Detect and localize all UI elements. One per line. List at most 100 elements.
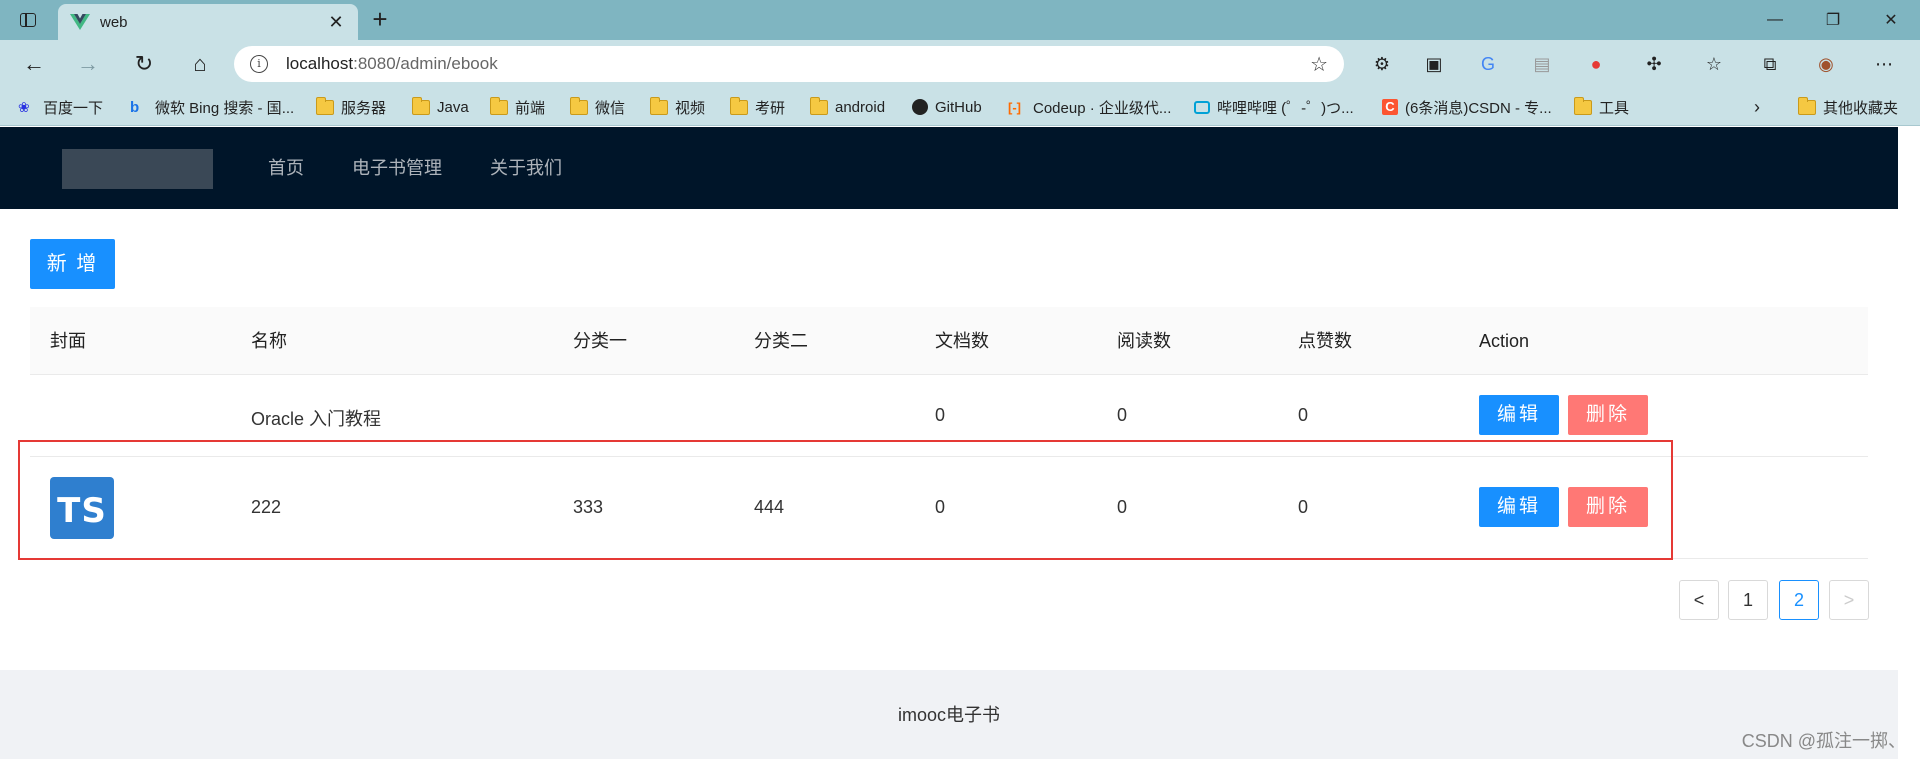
app-header: 首页 电子书管理 关于我们: [0, 127, 1898, 209]
bookmark-label: 考研: [755, 99, 786, 117]
cell-likes: 0: [1298, 405, 1309, 425]
column-header-likes: 点赞数: [1298, 331, 1352, 351]
csdn-watermark: CSDN @孤注一掷、: [1741, 731, 1906, 751]
bookmarks-overflow-chevron-icon[interactable]: ›: [1754, 96, 1760, 118]
nav-home[interactable]: 首页: [268, 127, 304, 209]
codeup-icon: [-]: [1008, 99, 1021, 115]
ebook-table: 封面 名称 分类一 分类二 文档数 阅读数 点赞数 Action Oracle …: [30, 307, 1868, 559]
collections-icon[interactable]: ⧉: [1756, 50, 1784, 78]
address-bar[interactable]: i localhost :8080/admin/ebook ☆: [234, 46, 1344, 82]
add-button[interactable]: 新 增: [30, 239, 115, 289]
more-menu-icon[interactable]: ⋯: [1870, 50, 1898, 78]
tab-close-icon[interactable]: ✕: [326, 12, 346, 33]
table-row: TS 222 333 444 0 0 0 编辑 删除: [30, 457, 1868, 559]
bookmark-folder-java[interactable]: Java: [412, 96, 469, 118]
bookmark-folder-server[interactable]: 服务器: [316, 96, 386, 118]
bing-icon: b: [130, 98, 140, 116]
extension-proxy-icon[interactable]: ⚙: [1368, 50, 1396, 78]
bookmark-folder-exam[interactable]: 考研: [730, 96, 785, 118]
cell-category1: 333: [573, 497, 604, 517]
bookmark-folder-frontend[interactable]: 前端: [490, 96, 545, 118]
edit-button[interactable]: 编辑: [1479, 487, 1559, 527]
pagination-page-2[interactable]: 2: [1779, 580, 1819, 620]
bookmark-label: android: [835, 98, 886, 116]
bookmark-baidu[interactable]: ❀ 百度一下: [18, 96, 103, 118]
column-header-name: 名称: [251, 331, 287, 351]
cell-category2: 444: [754, 497, 785, 517]
page-footer: imooc电子书: [0, 670, 1898, 759]
bookmark-folder-android[interactable]: android: [810, 96, 885, 118]
site-info-icon[interactable]: i: [250, 55, 268, 73]
page-margin: [1898, 127, 1920, 759]
table-row: Oracle 入门教程 0 0 0 编辑 删除: [30, 375, 1868, 457]
home-icon[interactable]: ⌂: [184, 48, 216, 80]
refresh-icon[interactable]: ↻: [128, 48, 160, 80]
favorites-icon[interactable]: ☆: [1700, 50, 1728, 78]
column-header-action: Action: [1479, 331, 1530, 351]
table-header: 封面 名称 分类一 分类二 文档数 阅读数 点赞数 Action: [30, 307, 1868, 375]
bookmark-folder-tools[interactable]: 工具: [1574, 96, 1629, 118]
bookmark-bing[interactable]: b 微软 Bing 搜索 - 国...: [130, 96, 294, 118]
close-window-icon[interactable]: ✕: [1868, 0, 1914, 40]
nav-about[interactable]: 关于我们: [490, 127, 562, 209]
csdn-icon: C: [1382, 99, 1398, 115]
bookmark-codeup[interactable]: [-] Codeup · 企业级代...: [1008, 96, 1171, 118]
cover-image: TS: [50, 477, 114, 539]
footer-text: imooc电子书: [897, 705, 1000, 725]
column-header-docs: 文档数: [935, 331, 989, 351]
browser-tab[interactable]: web ✕: [58, 4, 358, 40]
bookmark-label: 其他收藏夹: [1823, 99, 1899, 117]
bookmark-label: Java: [437, 98, 469, 116]
cell-name: Oracle 入门教程: [251, 409, 382, 429]
add-favorite-icon[interactable]: ☆: [1310, 52, 1328, 77]
column-header-cover: 封面: [50, 331, 86, 351]
bookmark-label: GitHub: [935, 98, 982, 116]
delete-button[interactable]: 删除: [1568, 487, 1648, 527]
bookmark-label: 工具: [1599, 99, 1630, 117]
extensions-puzzle-icon[interactable]: ✣: [1640, 50, 1668, 78]
tab-title: web: [100, 13, 128, 31]
extension-reader-icon[interactable]: ▤: [1528, 50, 1556, 78]
back-icon[interactable]: ←: [18, 48, 50, 80]
cell-views: 0: [1117, 497, 1128, 517]
bookmark-bilibili[interactable]: 哔哩哔哩 (゜-゜)つ...: [1194, 96, 1354, 118]
bookmark-label: 前端: [515, 99, 546, 117]
bookmark-label: 哔哩哔哩 (゜-゜)つ...: [1217, 99, 1354, 117]
pagination-page-1[interactable]: 1: [1728, 580, 1768, 620]
column-header-category1: 分类一: [573, 331, 627, 351]
restore-icon[interactable]: ❐: [1810, 0, 1856, 40]
delete-button[interactable]: 删除: [1568, 395, 1648, 435]
forward-icon[interactable]: →: [72, 48, 104, 80]
profile-avatar[interactable]: ◉: [1812, 50, 1840, 78]
logo: [62, 149, 213, 189]
bookmark-csdn[interactable]: C (6条消息)CSDN - 专...: [1382, 96, 1552, 118]
folder-icon: [490, 96, 508, 115]
vue-favicon-icon: [70, 14, 90, 30]
pagination-prev-button[interactable]: <: [1679, 580, 1719, 620]
bilibili-icon: [1194, 100, 1210, 114]
cell-views: 0: [1117, 405, 1128, 425]
tab-actions-icon[interactable]: [14, 8, 42, 32]
bookmark-label: 微软 Bing 搜索 - 国...: [155, 99, 295, 117]
column-header-views: 阅读数: [1117, 331, 1171, 351]
url-path: :8080/admin/ebook: [353, 54, 498, 73]
extension-tampermonkey-icon[interactable]: ▣: [1420, 50, 1448, 78]
folder-icon: [570, 96, 588, 115]
baidu-icon: ❀: [18, 98, 30, 115]
cell-name: 222: [251, 497, 282, 517]
new-tab-button[interactable]: +: [366, 6, 394, 34]
browser-toolbar: ← → ↻ ⌂ i localhost :8080/admin/ebook ☆ …: [0, 40, 1920, 88]
column-header-category2: 分类二: [754, 331, 808, 351]
bookmark-folder-wechat[interactable]: 微信: [570, 96, 625, 118]
nav-ebook-admin[interactable]: 电子书管理: [352, 127, 442, 209]
folder-icon: [650, 96, 668, 115]
bookmark-folder-other[interactable]: 其他收藏夹: [1798, 96, 1898, 118]
minimize-icon[interactable]: ―: [1752, 0, 1798, 40]
bookmark-folder-video[interactable]: 视频: [650, 96, 705, 118]
pagination-next-button[interactable]: >: [1829, 580, 1869, 620]
extension-flash-icon[interactable]: ●: [1582, 50, 1610, 78]
extension-translate-icon[interactable]: G: [1474, 50, 1502, 78]
bookmark-label: Codeup · 企业级代...: [1033, 99, 1172, 117]
edit-button[interactable]: 编辑: [1479, 395, 1559, 435]
bookmark-github[interactable]: GitHub: [912, 96, 982, 118]
